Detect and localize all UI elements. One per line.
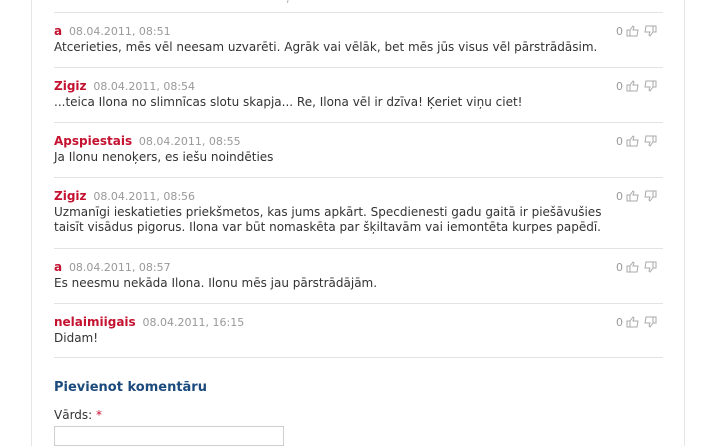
comment-item: Zigiz 08.04.2011, 08:56 Uzmanīgi ieskati… — [54, 177, 663, 248]
comment-item: a 08.04.2011, 08:57 Es neesmu nekāda Ilo… — [54, 248, 663, 303]
comment-time: 08.04.2011, 08:56 — [93, 190, 196, 203]
thumbs-up-icon[interactable] — [626, 80, 640, 92]
comment-meta: a 08.04.2011, 08:57 — [54, 259, 663, 275]
thumbs-down-icon[interactable] — [643, 80, 657, 92]
vote-box: 0 — [616, 188, 657, 204]
comment-item: Apspiestais 08.04.2011, 08:55 Ja Ilonu n… — [54, 122, 663, 177]
name-input[interactable] — [54, 426, 284, 446]
thumbs-up-icon[interactable] — [626, 135, 640, 147]
comment-meta: Apspiestais 08.04.2011, 08:55 — [54, 133, 663, 149]
comment-time: 08.04.2011, 08:54 — [93, 80, 196, 93]
name-label-text: Vārds: — [54, 408, 93, 422]
comment-author[interactable]: nelaimiigais — [54, 315, 136, 329]
comment-text: ...teica Ilona no slimnīcas slotu skapja… — [54, 95, 523, 109]
thumbs-up-icon[interactable] — [626, 261, 640, 273]
name-label: Vārds: * — [54, 408, 663, 422]
vote-count: 0 — [616, 24, 623, 38]
vote-box: 0 — [616, 78, 657, 94]
vote-box: 0 — [616, 23, 657, 39]
vote-count: 0 — [616, 315, 623, 329]
comment-text: Atcerieties, mēs vēl neesam uzvarēti. Ag… — [54, 40, 598, 54]
thumbs-down-icon[interactable] — [643, 25, 657, 37]
comment-meta: Zigiz 08.04.2011, 08:54 — [54, 78, 663, 94]
comment-list: , a 08.04.2011, 08:51 Atcerieties, mēs v… — [54, 0, 663, 358]
vote-count: 0 — [616, 189, 623, 203]
comment-form: Pievienot komentāru Vārds: * — [54, 357, 663, 446]
thumbs-up-icon[interactable] — [626, 316, 640, 328]
required-mark: * — [96, 408, 103, 422]
vote-count: 0 — [616, 260, 623, 274]
thumbs-up-icon[interactable] — [626, 25, 640, 37]
comment-meta: Zigiz 08.04.2011, 08:56 — [54, 188, 663, 204]
comment-time: 08.04.2011, 16:15 — [142, 316, 245, 329]
comment-text: Didam! — [54, 331, 99, 345]
comment-text: Ja Ilonu nenoķers, es iešu noindēties — [54, 150, 274, 164]
top-divider-fragment: , — [286, 0, 290, 5]
comment-item: nelaimiigais 08.04.2011, 16:15 Didam! 0 — [54, 303, 663, 358]
comment-text: Uzmanīgi ieskatieties priekšmetos, kas j… — [54, 205, 602, 234]
comment-item: Zigiz 08.04.2011, 08:54 ...teica Ilona n… — [54, 67, 663, 122]
vote-count: 0 — [616, 134, 623, 148]
comment-author[interactable]: Zigiz — [54, 79, 87, 93]
comment-time: 08.04.2011, 08:57 — [68, 261, 171, 274]
vote-box: 0 — [616, 259, 657, 275]
vote-count: 0 — [616, 79, 623, 93]
form-title: Pievienot komentāru — [54, 380, 207, 395]
thumbs-down-icon[interactable] — [643, 261, 657, 273]
comment-author[interactable]: a — [54, 260, 62, 274]
comment-meta: nelaimiigais 08.04.2011, 16:15 — [54, 314, 663, 330]
comment-meta: a 08.04.2011, 08:51 — [54, 23, 663, 39]
thumbs-down-icon[interactable] — [643, 135, 657, 147]
comment-author[interactable]: a — [54, 24, 62, 38]
thumbs-up-icon[interactable] — [626, 190, 640, 202]
vote-box: 0 — [616, 314, 657, 330]
comment-item: a 08.04.2011, 08:51 Atcerieties, mēs vēl… — [54, 12, 663, 67]
comment-text: Es neesmu nekāda Ilona. Ilonu mēs jau pā… — [54, 276, 378, 290]
thumbs-down-icon[interactable] — [643, 190, 657, 202]
comment-author[interactable]: Apspiestais — [54, 134, 132, 148]
thumbs-down-icon[interactable] — [643, 316, 657, 328]
vote-box: 0 — [616, 133, 657, 149]
comment-time: 08.04.2011, 08:55 — [138, 135, 241, 148]
comment-time: 08.04.2011, 08:51 — [68, 25, 171, 38]
comment-author[interactable]: Zigiz — [54, 189, 87, 203]
